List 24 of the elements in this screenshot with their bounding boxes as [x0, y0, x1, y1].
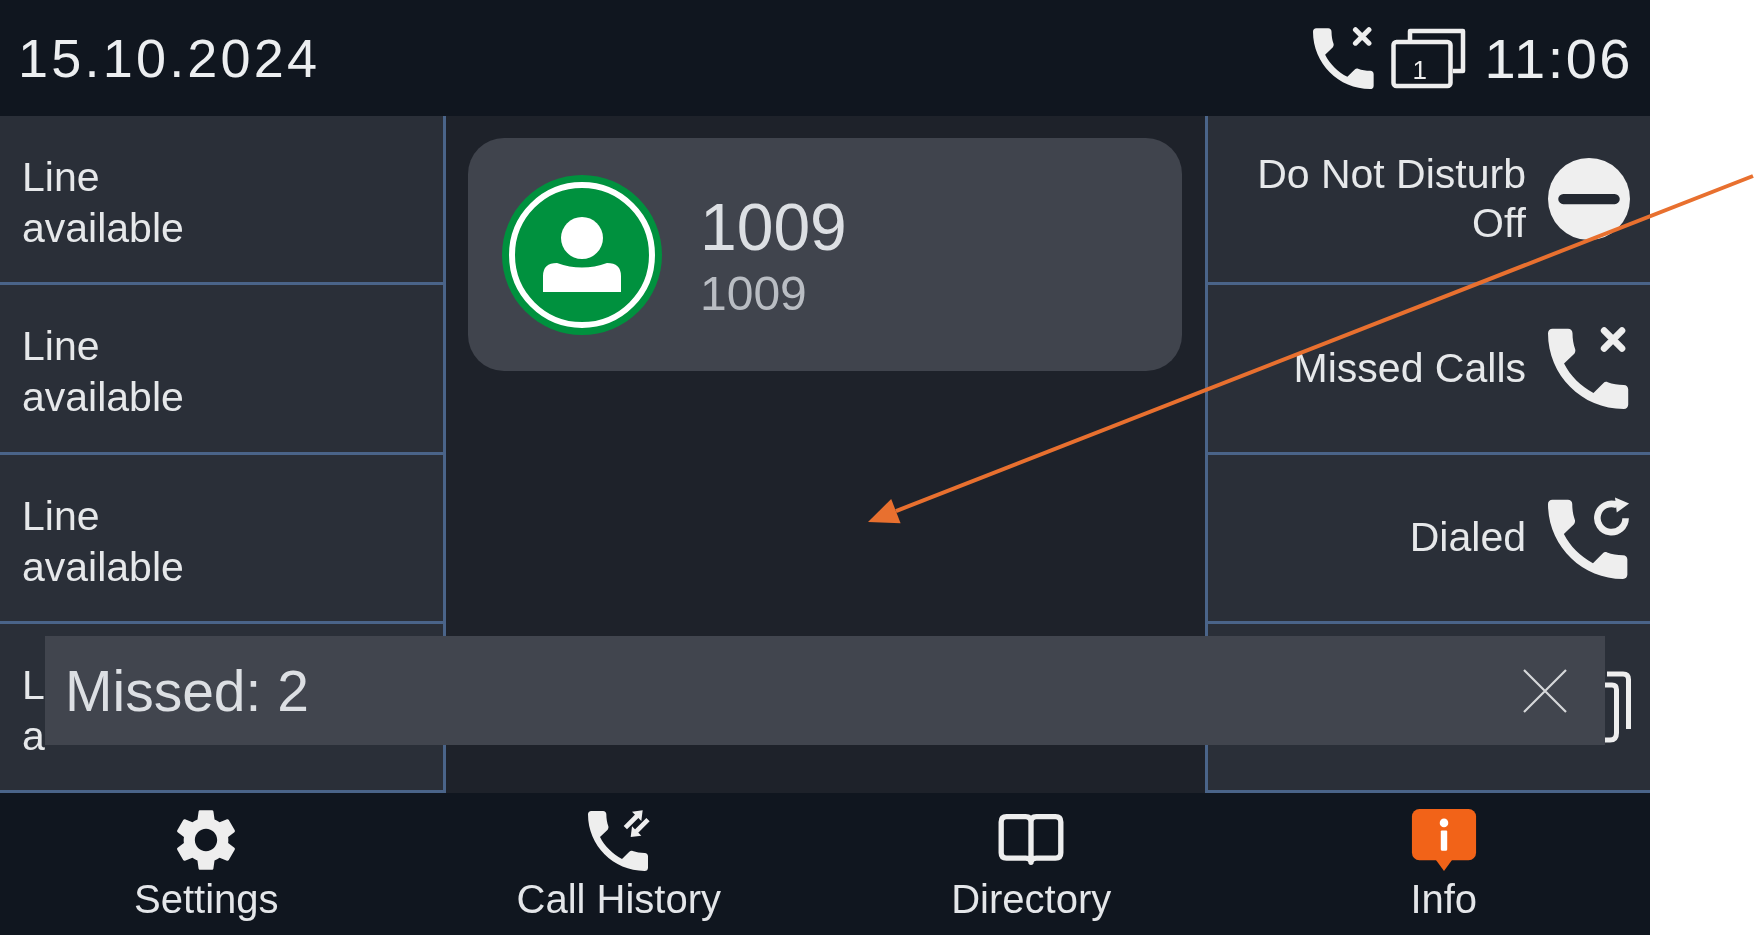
line-key[interactable]: Line available	[0, 454, 443, 624]
close-button[interactable]	[1523, 668, 1567, 713]
window-stack-icon	[1390, 27, 1467, 89]
phone-redial-icon	[1548, 496, 1630, 579]
contact-number: 1009	[700, 265, 808, 322]
softkey-button[interactable]: Call History	[412, 793, 825, 935]
softkey-button[interactable]: Info	[1237, 793, 1650, 935]
clock-label: 11:06	[1484, 25, 1633, 91]
line-key[interactable]: Line available	[0, 116, 443, 286]
quick-key[interactable]: Do Not Disturb Off	[1208, 116, 1650, 286]
date-label: 15.10.2024	[18, 27, 321, 89]
quick-key[interactable]: Dialed	[1208, 454, 1650, 624]
close-icon	[1523, 668, 1567, 713]
missed-call-icon	[1548, 327, 1630, 410]
minus-circle-icon	[1548, 158, 1630, 241]
contact-name: 1009	[700, 188, 847, 266]
quick-key[interactable]: Missed Calls	[1208, 285, 1650, 455]
softkey-button[interactable]: Directory	[825, 793, 1238, 935]
missed-call-icon	[1312, 27, 1375, 89]
notification-text: Missed: 2	[65, 657, 309, 724]
softkey-button[interactable]: Settings	[0, 793, 413, 935]
line-key[interactable]: Line available	[0, 285, 443, 455]
avatar-icon	[502, 174, 662, 335]
window-count-label: 1	[1412, 57, 1427, 83]
